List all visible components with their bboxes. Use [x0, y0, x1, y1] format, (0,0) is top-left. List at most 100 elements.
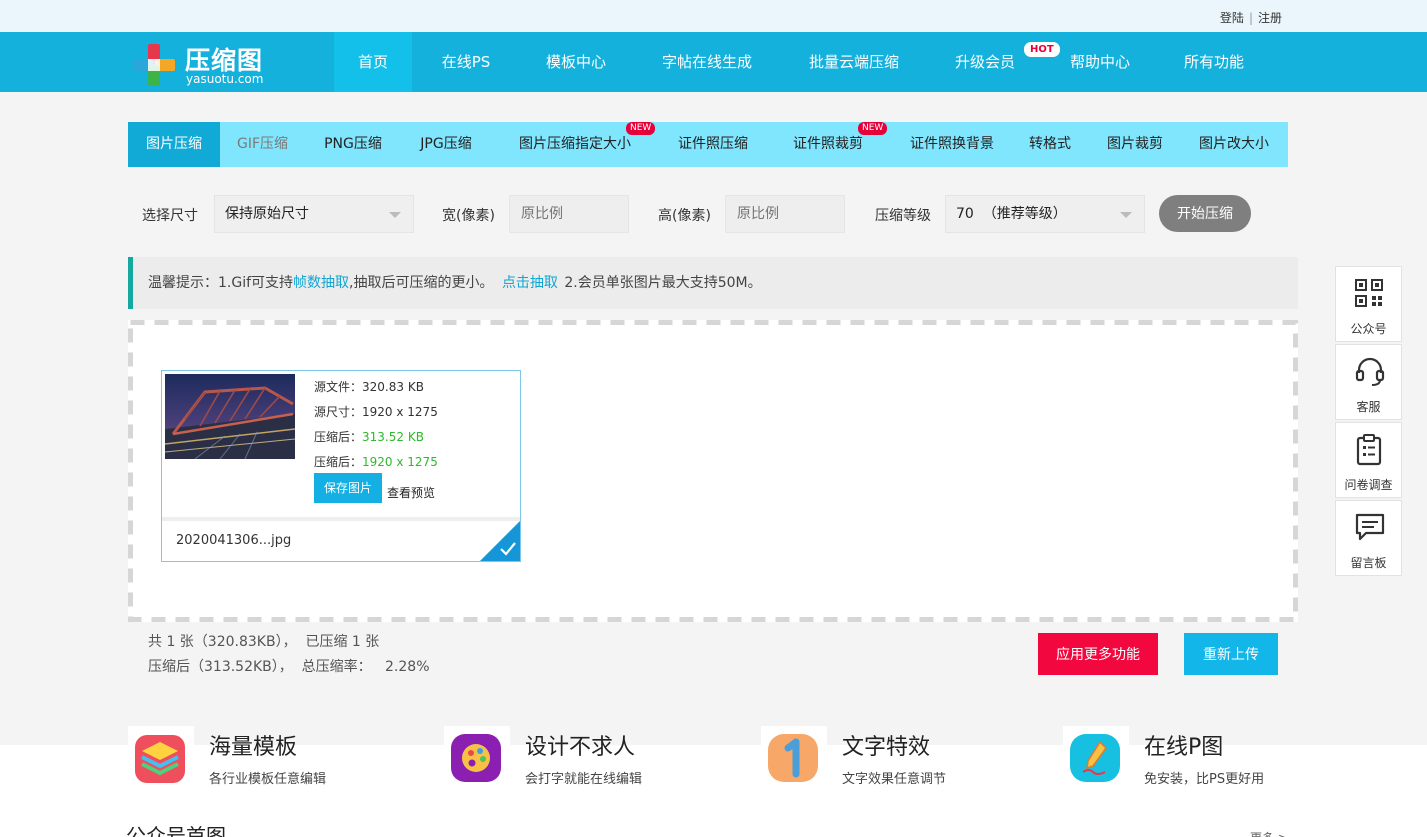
nav-online-ps[interactable]: 在线PS: [430, 32, 502, 92]
clipboard-icon: [1356, 434, 1382, 466]
chevron-down-icon: [1120, 212, 1132, 218]
hot-badge: HOT: [1024, 42, 1060, 57]
palette-icon[interactable]: [444, 726, 510, 788]
start-compress-button[interactable]: 开始压缩: [1159, 195, 1251, 232]
tip-prefix: 温馨提示：1.Gif可支持: [148, 275, 294, 291]
pencil-icon[interactable]: [1063, 726, 1129, 788]
qrcode-icon: [1355, 279, 1383, 307]
top-strip: 登陆 | 注册: [0, 0, 1427, 32]
link-separator: |: [1248, 11, 1253, 25]
tab-image-resize[interactable]: 图片改大小: [1192, 122, 1276, 167]
headset-icon: [1355, 357, 1385, 386]
tab-id-photo-compress[interactable]: 证件照压缩: [668, 122, 758, 167]
nav-help[interactable]: 帮助中心: [1062, 32, 1138, 92]
tab-image-compress[interactable]: 图片压缩: [128, 122, 220, 167]
header: 压缩图 yasuotu.com 首页 在线PS 模板中心 字帖在线生成 批量云端…: [0, 32, 1427, 92]
tab-image-crop[interactable]: 图片裁剪: [1098, 122, 1172, 167]
source-size-info: 源尺寸：1920 x 1275: [314, 403, 438, 420]
frame-extract-link[interactable]: 帧数抽取: [293, 275, 349, 291]
image-thumbnail[interactable]: [165, 374, 295, 459]
logo-plus-icon: [133, 44, 175, 86]
source-size-value: 1920 x 1275: [362, 405, 438, 419]
nav-upgrade-vip[interactable]: 升级会员: [948, 32, 1022, 92]
compressed-size-value: 1920 x 1275: [362, 455, 438, 469]
reupload-button[interactable]: 重新上传: [1184, 633, 1278, 675]
new-badge: NEW: [626, 122, 656, 135]
top-links: 登陆 | 注册: [1220, 9, 1282, 26]
nav-home[interactable]: 首页: [334, 32, 412, 92]
compressed-file-label: 压缩后：: [314, 430, 363, 444]
tab-jpg-compress[interactable]: JPG压缩: [400, 122, 492, 167]
sidebar-label-message: 留言板: [1350, 556, 1387, 570]
sidebar-item-survey[interactable]: 问卷调查: [1335, 422, 1402, 498]
tip-banner: 温馨提示：1.Gif可支持帧数抽取,抽取后可压缩的更小。 点击抽取 2.会员单张…: [128, 257, 1298, 309]
sidebar-label-survey: 问卷调查: [1344, 478, 1393, 492]
height-label: 高(像素): [658, 208, 711, 224]
feature-title-text-effects: 文字特效: [842, 735, 931, 760]
source-file-label: 源文件：: [314, 380, 363, 394]
compressed-size-label: 压缩后：: [314, 455, 363, 469]
nav-batch-compress[interactable]: 批量云端压缩: [800, 32, 908, 92]
source-file-value: 320.83 KB: [362, 380, 424, 394]
compressed-size-info: 压缩后：1920 x 1275: [314, 453, 438, 470]
tab-id-photo-background[interactable]: 证件照换背景: [900, 122, 1004, 167]
tab-compress-to-size[interactable]: 图片压缩指定大小: [508, 122, 642, 167]
nav-templates[interactable]: 模板中心: [534, 32, 618, 92]
section-title: 公众号首图: [126, 824, 226, 837]
file-card-footer: 2020041306...jpg: [162, 517, 520, 561]
size-select[interactable]: 保持原始尺寸: [214, 195, 414, 233]
feature-desc-online-edit: 免安装，比PS更好用: [1144, 772, 1265, 787]
feature-title-design: 设计不求人: [525, 735, 636, 760]
sidebar-label-wechat: 公众号: [1350, 322, 1387, 336]
sidebar-item-message[interactable]: 留言板: [1335, 500, 1402, 576]
level-select[interactable]: 70 （推荐等级）: [945, 195, 1145, 233]
compressed-file-info: 压缩后：313.52 KB: [314, 428, 424, 445]
preview-link[interactable]: 查看预览: [387, 484, 435, 501]
source-file-info: 源文件：320.83 KB: [314, 378, 424, 395]
width-input[interactable]: [509, 195, 629, 233]
message-icon: [1355, 513, 1385, 541]
tab-gif-compress[interactable]: GIF压缩: [220, 122, 305, 167]
feature-title-templates: 海量模板: [209, 735, 298, 760]
file-name: 2020041306...jpg: [176, 533, 292, 548]
register-link[interactable]: 注册: [1258, 11, 1282, 25]
logo[interactable]: 压缩图 yasuotu.com: [133, 41, 283, 86]
check-icon: [480, 521, 520, 561]
size-select-value: 保持原始尺寸: [225, 206, 309, 222]
new-badge: NEW: [858, 122, 888, 135]
sidebar-item-wechat[interactable]: 公众号: [1335, 266, 1402, 342]
tab-convert-format[interactable]: 转格式: [1020, 122, 1080, 167]
layers-icon[interactable]: [128, 726, 194, 788]
source-size-label: 源尺寸：: [314, 405, 363, 419]
feature-desc-templates: 各行业模板任意编辑: [209, 772, 327, 787]
chevron-down-icon: [389, 212, 401, 218]
nav-all-features[interactable]: 所有功能: [1174, 32, 1254, 92]
bridge-photo: [165, 374, 295, 459]
file-card: 源文件：320.83 KB 源尺寸：1920 x 1275 压缩后：313.52…: [161, 370, 521, 562]
nav-copybook[interactable]: 字帖在线生成: [652, 32, 762, 92]
width-label: 宽(像素): [442, 208, 495, 224]
level-select-value: 70 （推荐等级）: [956, 206, 1067, 222]
size-label: 选择尺寸: [142, 208, 198, 224]
stats-line-2: 压缩后（313.52KB）， 总压缩率： 2.28%: [148, 659, 430, 675]
logo-subtitle: yasuotu.com: [186, 72, 264, 86]
tip-middle: ,抽取后可压缩的更小。: [349, 275, 494, 291]
save-image-button[interactable]: 保存图片: [314, 473, 382, 503]
more-link[interactable]: 更多 >: [1250, 829, 1288, 837]
tab-png-compress[interactable]: PNG压缩: [308, 122, 398, 167]
stats-line-1: 共 1 张（320.83KB）， 已压缩 1 张: [148, 634, 380, 650]
tool-tabs: 图片压缩 GIF压缩 PNG压缩 JPG压缩 图片压缩指定大小 NEW 证件照压…: [128, 122, 1288, 167]
feature-desc-design: 会打字就能在线编辑: [525, 772, 643, 787]
feature-title-online-edit: 在线P图: [1144, 735, 1224, 760]
sidebar-item-service[interactable]: 客服: [1335, 344, 1402, 420]
height-input[interactable]: [725, 195, 845, 233]
click-extract-link[interactable]: 点击抽取: [502, 275, 558, 291]
more-features-button[interactable]: 应用更多功能: [1038, 633, 1158, 675]
compressed-file-value: 313.52 KB: [362, 430, 424, 444]
feature-desc-text-effects: 文字效果任意调节: [842, 772, 947, 787]
sidebar-label-service: 客服: [1356, 400, 1381, 414]
level-label: 压缩等级: [875, 208, 931, 224]
login-link[interactable]: 登陆: [1220, 11, 1244, 25]
number-one-icon[interactable]: [761, 726, 827, 788]
tip-suffix: 2.会员单张图片最大支持50M。: [564, 275, 762, 291]
